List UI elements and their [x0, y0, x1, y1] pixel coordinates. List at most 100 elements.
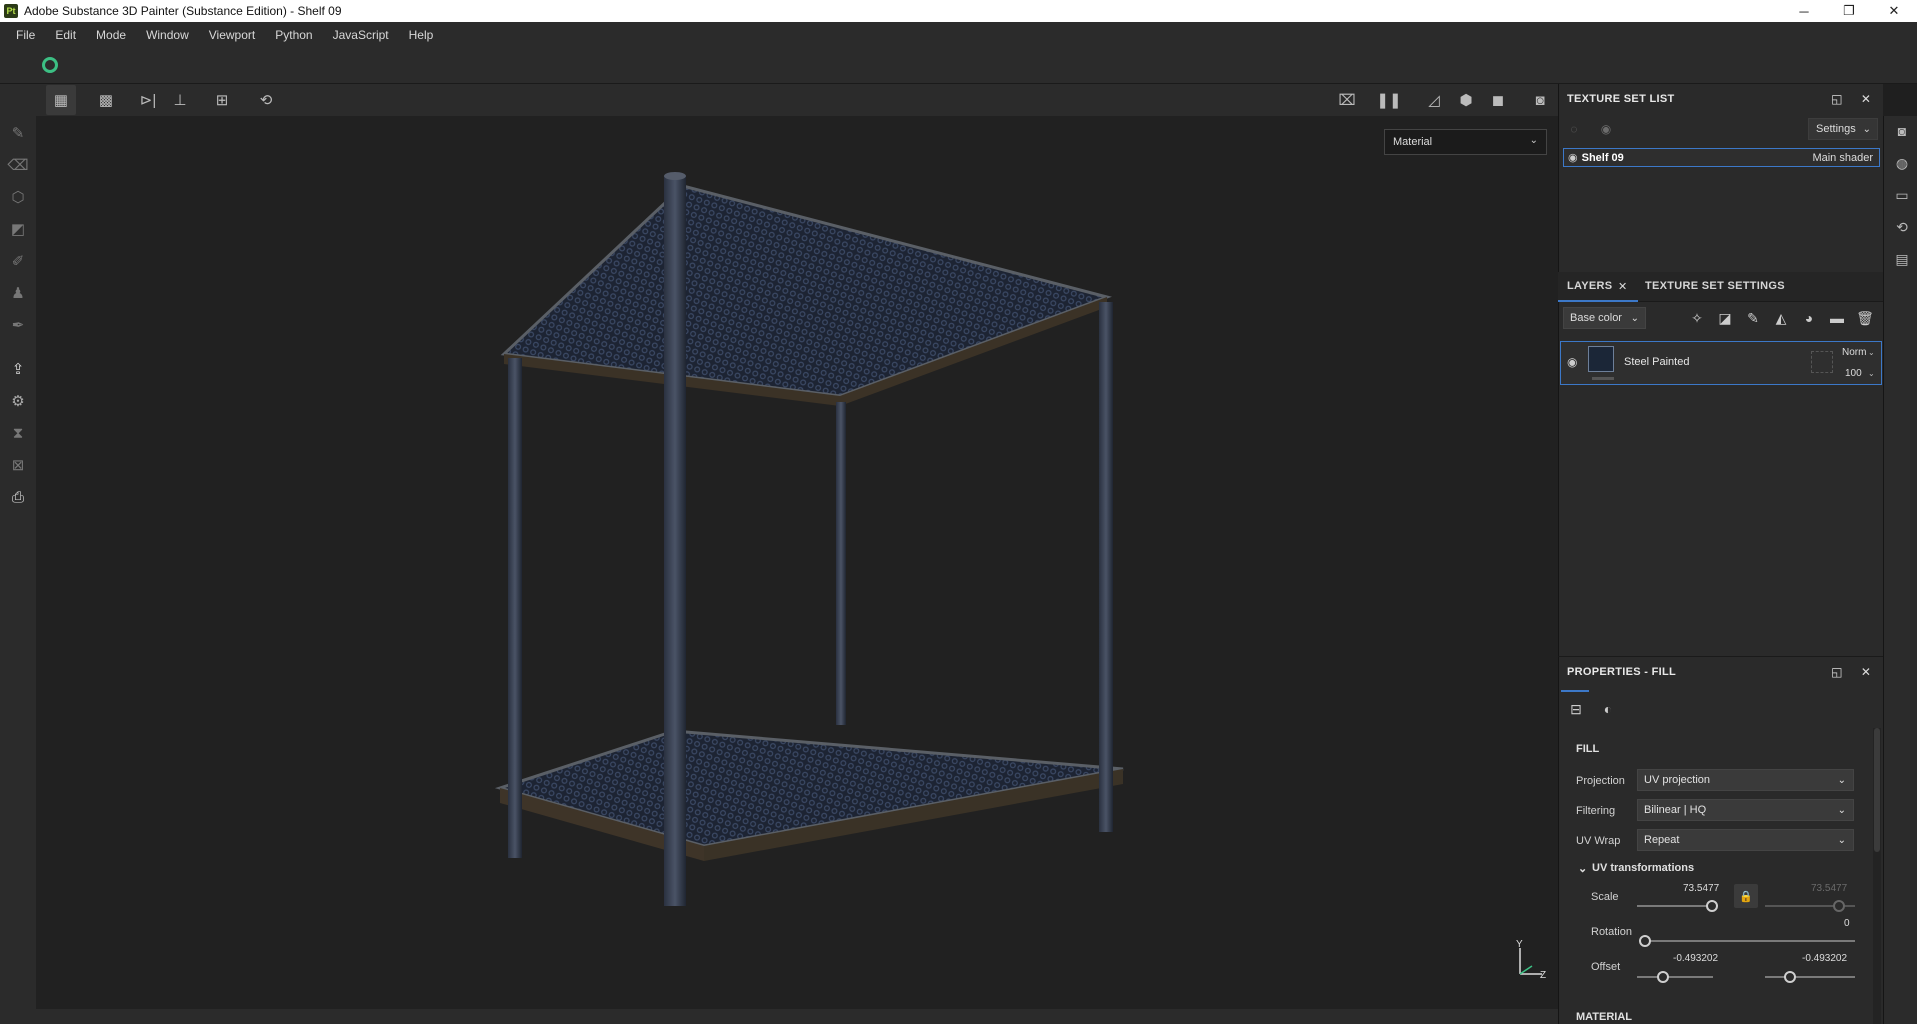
mask-icon[interactable]: ⊠ [8, 455, 28, 475]
material-sphere-icon[interactable]: ◐ [1597, 698, 1619, 720]
texture-set-row[interactable]: ◉ Shelf 09 Main shader [1563, 148, 1880, 167]
plugin-icon[interactable] [42, 57, 58, 73]
minimize-button[interactable]: ─ [1781, 0, 1827, 22]
grid-settings-icon[interactable]: ▩ [91, 85, 121, 115]
smudge-tool-icon[interactable]: ✐ [8, 251, 28, 271]
add-fill-layer-icon[interactable]: ◭ [1770, 308, 1792, 328]
offset-u-value[interactable]: -0.493202 [1673, 953, 1718, 964]
rotation-knob[interactable] [1639, 935, 1651, 947]
screenshot-icon[interactable]: ◙ [1525, 85, 1555, 115]
snap-grid-icon[interactable]: ▦ [46, 85, 76, 115]
maximize-button[interactable]: ❐ [1826, 0, 1872, 22]
settings-label: Settings [1816, 123, 1856, 135]
brush-tool-icon[interactable]: ✎ [8, 123, 28, 143]
view-3d-icon[interactable]: ⬢ [1451, 85, 1481, 115]
layer-mask-slot[interactable] [1811, 351, 1833, 373]
fit-view-icon[interactable]: ⊞ [207, 85, 237, 115]
rotation-value[interactable]: 0 [1844, 918, 1850, 929]
offset-v-knob[interactable] [1784, 971, 1796, 983]
add-mask-icon[interactable]: ◪ [1714, 308, 1736, 328]
view-2d-icon[interactable]: ◿ [1419, 85, 1449, 115]
menu-mode[interactable]: Mode [86, 28, 136, 42]
status-bar [36, 1009, 1558, 1024]
menu-file[interactable]: File [6, 28, 45, 42]
symmetry-x-icon[interactable]: ⊳| [133, 85, 163, 115]
shelf-icon[interactable]: ▭ [1893, 186, 1911, 204]
uv-transformations-toggle[interactable]: ⌄ [1578, 862, 1587, 875]
log-icon[interactable]: ▤ [1893, 250, 1911, 268]
chevron-down-icon: ⌄ [1837, 834, 1846, 846]
export-icon[interactable]: ⎙ [8, 487, 28, 507]
close-panel-icon[interactable]: ✕ [1858, 664, 1874, 680]
undock-icon[interactable]: ◱ [1829, 91, 1845, 107]
shader-settings-icon[interactable]: ◍ [1893, 154, 1911, 172]
tab-texture-set-settings[interactable]: TEXTURE SET SETTINGS [1645, 280, 1785, 292]
axis-y-label: Y [1516, 940, 1523, 950]
eye-icon[interactable]: ◉ [1598, 121, 1614, 137]
blend-mode[interactable]: Norm [1842, 347, 1866, 358]
offset-v-value[interactable]: -0.493202 [1802, 953, 1847, 964]
close-window-button[interactable]: ✕ [1871, 0, 1917, 22]
lock-icon[interactable]: 🔒 [1734, 884, 1758, 908]
timer-icon[interactable]: ⧗ [8, 423, 28, 443]
close-tab-icon[interactable]: ✕ [1618, 280, 1628, 293]
history-icon[interactable]: ⟲ [1893, 218, 1911, 236]
offset-u-knob[interactable] [1657, 971, 1669, 983]
scale-u-value[interactable]: 73.5477 [1683, 883, 1719, 894]
menu-edit[interactable]: Edit [45, 28, 86, 42]
projection-dropdown[interactable]: UV projection ⌄ [1637, 769, 1854, 791]
color-picker-icon[interactable]: ✒ [8, 315, 28, 335]
menu-python[interactable]: Python [265, 28, 322, 42]
projection-tool-icon[interactable]: ⬡ [8, 187, 28, 207]
scale-u-slider[interactable] [1637, 905, 1713, 907]
texture-set-list-header: TEXTURE SET LIST ◱ ✕ [1558, 84, 1883, 114]
settings-dropdown[interactable]: Settings ⌄ [1808, 118, 1878, 140]
channel-dropdown[interactable]: Base color ⌄ [1563, 307, 1646, 329]
3d-viewport[interactable] [36, 116, 1558, 1009]
measure-icon[interactable]: ⚙ [8, 391, 28, 411]
tab-layers[interactable]: LAYERS [1567, 280, 1612, 292]
layer-opacity[interactable]: 100 [1845, 368, 1862, 379]
uv-wrap-label: UV Wrap [1576, 835, 1621, 847]
eraser-tool-icon[interactable]: ⌫ [7, 155, 28, 175]
layer-eye-icon[interactable]: ◉ [1567, 355, 1577, 369]
add-folder-icon[interactable]: ▬ [1826, 308, 1848, 328]
menu-javascript[interactable]: JavaScript [323, 28, 399, 42]
offset-v-slider[interactable] [1765, 976, 1855, 978]
undock-icon[interactable]: ◱ [1829, 664, 1845, 680]
uv-wrap-dropdown[interactable]: Repeat ⌄ [1637, 829, 1854, 851]
add-smart-material-icon[interactable]: ◕ [1798, 308, 1820, 328]
history-icon[interactable]: ⟲ [251, 85, 281, 115]
visibility-eye-icon[interactable]: ◉ [1568, 151, 1578, 164]
menu-help[interactable]: Help [399, 28, 444, 42]
bake-icon[interactable]: ⇪ [8, 359, 28, 379]
scale-u-knob[interactable] [1706, 900, 1718, 912]
properties-scrollbar[interactable] [1873, 728, 1881, 1024]
texture-set-shader[interactable]: Main shader [1812, 152, 1873, 164]
menu-viewport[interactable]: Viewport [199, 28, 265, 42]
close-panel-icon[interactable]: ✕ [1858, 91, 1874, 107]
layer-row[interactable]: ◉ Steel Painted Norm ⌄ 100 ⌄ [1560, 341, 1882, 385]
add-paint-layer-icon[interactable]: ✎ [1742, 308, 1764, 328]
display-settings-icon[interactable]: ◙ [1893, 122, 1911, 140]
offset-u-slider[interactable] [1637, 976, 1713, 978]
chevron-down-icon[interactable]: ⌄ [1868, 348, 1875, 357]
axis-z-label: Z [1540, 970, 1546, 980]
add-effect-icon[interactable]: ✧ [1686, 308, 1708, 328]
plugin-bar [0, 48, 1917, 84]
delete-layer-icon[interactable]: 🗑 [1854, 308, 1876, 328]
pause-icon[interactable]: ❚❚ [1374, 85, 1404, 115]
menu-window[interactable]: Window [136, 28, 199, 42]
rotation-slider[interactable] [1645, 940, 1855, 942]
fill-settings-icon[interactable]: ⊟ [1565, 698, 1587, 720]
polygon-fill-icon[interactable]: ◩ [8, 219, 28, 239]
filtering-dropdown[interactable]: Bilinear | HQ ⌄ [1637, 799, 1854, 821]
hidden-eye-icon[interactable]: ◌ [1566, 121, 1582, 137]
hide-ui-icon[interactable]: ⌧ [1332, 85, 1362, 115]
camera-icon[interactable]: ◼ [1483, 85, 1513, 115]
display-mode-dropdown[interactable]: Material ⌄ [1384, 129, 1547, 155]
chevron-down-icon[interactable]: ⌄ [1868, 369, 1875, 378]
material-section-title: MATERIAL [1576, 1011, 1633, 1023]
clone-tool-icon[interactable]: ♟ [8, 283, 28, 303]
symmetry-y-icon[interactable]: ⊥ [165, 85, 195, 115]
